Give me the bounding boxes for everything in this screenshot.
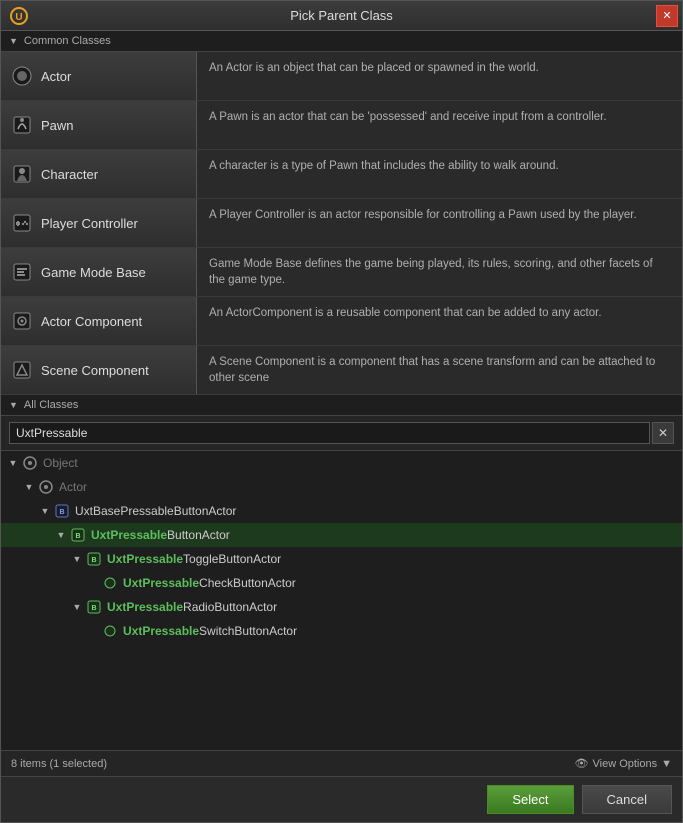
- uxtpressable-check-icon: [101, 574, 119, 592]
- window-title: Pick Parent Class: [290, 8, 393, 23]
- tree-item-uxtpressable-button[interactable]: ▼ B UxtPressableButtonActor: [1, 523, 682, 547]
- class-item-pawn: Pawn A Pawn is an actor that can be 'pos…: [1, 101, 682, 150]
- character-button[interactable]: Character: [1, 150, 197, 198]
- bottom-bar: 8 items (1 selected) 👁 View Options ▼: [1, 750, 682, 776]
- uxtpressable-check-label: UxtPressableCheckButtonActor: [123, 576, 296, 590]
- actor-description: An Actor is an object that can be placed…: [197, 52, 682, 84]
- pawn-icon: [11, 114, 33, 136]
- search-input[interactable]: [9, 422, 650, 444]
- tree-item-uxtbase[interactable]: ▼ B UxtBasePressableButtonActor: [1, 499, 682, 523]
- uxtpressable-radio-icon: B: [85, 598, 103, 616]
- tree-item-actor[interactable]: ▼ Actor: [1, 475, 682, 499]
- svg-text:B: B: [91, 605, 96, 612]
- character-description: A character is a type of Pawn that inclu…: [197, 150, 682, 182]
- character-icon: [11, 163, 33, 185]
- uxtbase-label: UxtBasePressableButtonActor: [75, 504, 236, 518]
- uxtpressable-radio-label: UxtPressableRadioButtonActor: [107, 600, 277, 614]
- uxtpressable-switch-icon: [101, 622, 119, 640]
- object-label: Object: [43, 456, 78, 470]
- search-clear-button[interactable]: ✕: [652, 422, 674, 444]
- scene-component-label: Scene Component: [41, 363, 149, 378]
- uxtpressable-button-label: UxtPressableButtonActor: [91, 528, 230, 542]
- class-item-player-controller: Player Controller A Player Controller is…: [1, 199, 682, 248]
- view-options-button[interactable]: 👁 View Options ▼: [575, 757, 672, 770]
- search-bar: ✕: [1, 416, 682, 451]
- actor-icon: [11, 65, 33, 87]
- title-bar: U Pick Parent Class ✕: [1, 1, 682, 31]
- uxtpressable-button-icon: B: [69, 526, 87, 544]
- tree-item-uxtpressable-switch[interactable]: UxtPressableSwitchButtonActor: [1, 619, 682, 643]
- game-mode-base-button[interactable]: Game Mode Base: [1, 248, 197, 296]
- common-classes-section: ▼ Common Classes Actor An Actor is an ob…: [1, 31, 682, 395]
- uxtpressable-radio-arrow-icon: ▼: [69, 602, 85, 612]
- pawn-button[interactable]: Pawn: [1, 101, 197, 149]
- section-arrow-icon: ▼: [9, 36, 18, 46]
- scene-component-icon: [11, 359, 33, 381]
- uxtpressable-switch-label: UxtPressableSwitchButtonActor: [123, 624, 297, 638]
- svg-text:B: B: [75, 533, 80, 540]
- uxtbase-arrow-icon: ▼: [37, 506, 53, 516]
- actor-tree-arrow-icon: ▼: [21, 482, 37, 492]
- app-logo: U: [9, 6, 29, 26]
- svg-text:U: U: [15, 12, 22, 23]
- player-controller-label: Player Controller: [41, 216, 138, 231]
- class-item-game-mode-base: Game Mode Base Game Mode Base defines th…: [1, 248, 682, 297]
- actor-tree-icon: [37, 478, 55, 496]
- actor-component-label: Actor Component: [41, 314, 142, 329]
- actor-tree-label: Actor: [59, 480, 87, 494]
- pawn-description: A Pawn is an actor that can be 'possesse…: [197, 101, 682, 133]
- uxtpressable-toggle-label: UxtPressableToggleButtonActor: [107, 552, 281, 566]
- game-mode-base-icon: [11, 261, 33, 283]
- character-label: Character: [41, 167, 98, 182]
- all-classes-label: All Classes: [24, 399, 78, 411]
- uxtpressable-button-arrow-icon: ▼: [53, 530, 69, 540]
- close-button[interactable]: ✕: [656, 5, 678, 27]
- class-item-actor: Actor An Actor is an object that can be …: [1, 52, 682, 101]
- uxtpressable-toggle-arrow-icon: ▼: [69, 554, 85, 564]
- class-item-scene-component: Scene Component A Scene Component is a c…: [1, 346, 682, 395]
- player-controller-button[interactable]: Player Controller: [1, 199, 197, 247]
- game-mode-base-description: Game Mode Base defines the game being pl…: [197, 248, 682, 296]
- all-classes-arrow-icon: ▼: [9, 400, 18, 410]
- view-options-label: View Options: [593, 758, 658, 770]
- all-classes-header: ▼ All Classes: [1, 395, 682, 416]
- all-classes-section: ▼ All Classes ✕ ▼ Object: [1, 395, 682, 776]
- item-count: 8 items (1 selected): [11, 758, 107, 770]
- svg-text:B: B: [59, 509, 64, 516]
- uxtpressable-toggle-icon: B: [85, 550, 103, 568]
- select-button[interactable]: Select: [487, 785, 573, 814]
- tree-item-uxtpressable-radio[interactable]: ▼ B UxtPressableRadioButtonActor: [1, 595, 682, 619]
- pawn-label: Pawn: [41, 118, 74, 133]
- actor-button[interactable]: Actor: [1, 52, 197, 100]
- scene-component-button[interactable]: Scene Component: [1, 346, 197, 394]
- tree-item-uxtpressable-check[interactable]: UxtPressableCheckButtonActor: [1, 571, 682, 595]
- actor-component-icon: [11, 310, 33, 332]
- actor-component-button[interactable]: Actor Component: [1, 297, 197, 345]
- class-item-actor-component: Actor Component An ActorComponent is a r…: [1, 297, 682, 346]
- eye-icon: 👁: [575, 757, 589, 770]
- actor-component-description: An ActorComponent is a reusable componen…: [197, 297, 682, 329]
- class-tree: ▼ Object ▼ Ac: [1, 451, 682, 750]
- cancel-button[interactable]: Cancel: [582, 785, 672, 814]
- uxtbase-icon: B: [53, 502, 71, 520]
- common-classes-header: ▼ Common Classes: [1, 31, 682, 52]
- class-item-character: Character A character is a type of Pawn …: [1, 150, 682, 199]
- player-controller-icon: [11, 212, 33, 234]
- actor-label: Actor: [41, 69, 71, 84]
- common-classes-label: Common Classes: [24, 35, 111, 47]
- scene-component-description: A Scene Component is a component that ha…: [197, 346, 682, 394]
- player-controller-description: A Player Controller is an actor responsi…: [197, 199, 682, 231]
- view-options-chevron-icon: ▼: [661, 758, 672, 770]
- object-icon: [21, 454, 39, 472]
- svg-text:B: B: [91, 557, 96, 564]
- tree-item-object[interactable]: ▼ Object: [1, 451, 682, 475]
- game-mode-base-label: Game Mode Base: [41, 265, 146, 280]
- tree-item-uxtpressable-toggle[interactable]: ▼ B UxtPressableToggleButtonActor: [1, 547, 682, 571]
- object-arrow-icon: ▼: [5, 458, 21, 468]
- pick-parent-class-window: U Pick Parent Class ✕ ▼ Common Classes A…: [0, 0, 683, 823]
- dialog-buttons: Select Cancel: [1, 776, 682, 822]
